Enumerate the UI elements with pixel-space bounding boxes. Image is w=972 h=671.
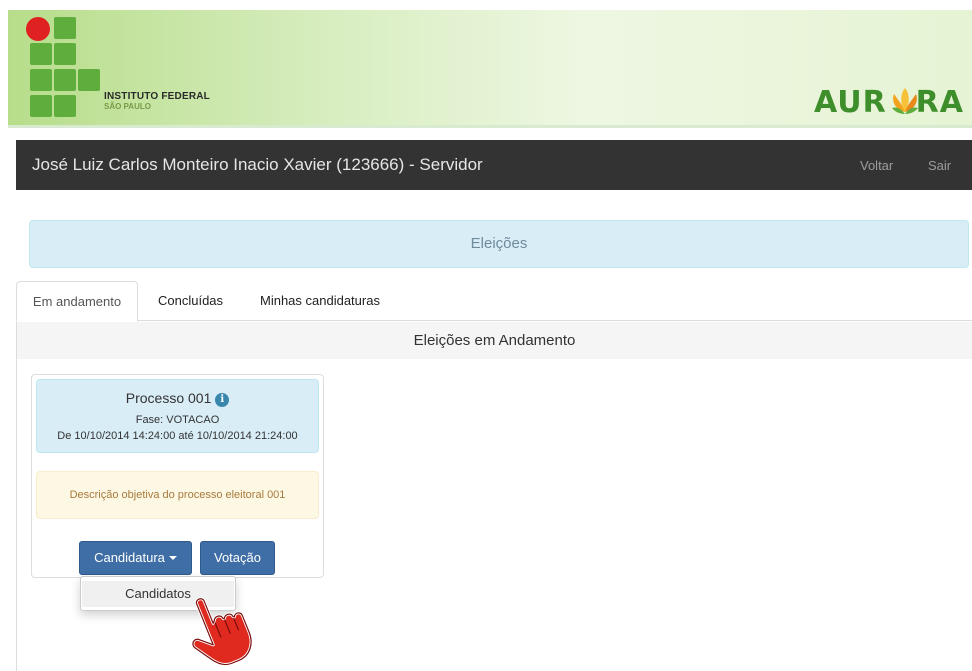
aurora-brand-logo: AUR RA bbox=[814, 82, 964, 122]
site-header: INSTITUTO FEDERAL SÃO PAULO AUR RA bbox=[8, 10, 972, 128]
elections-tabs: Em andamento Concluídas Minhas candidatu… bbox=[16, 281, 972, 322]
process-description: Descrição objetiva do processo eleitoral… bbox=[36, 471, 319, 519]
info-icon[interactable]: i bbox=[215, 393, 230, 407]
top-navbar: José Luiz Carlos Monteiro Inacio Xavier … bbox=[16, 140, 972, 190]
caret-down-icon bbox=[168, 556, 177, 560]
institute-name: INSTITUTO FEDERAL bbox=[104, 91, 210, 102]
election-card: Processo 001 i Fase: VOTACAO De 10/10/20… bbox=[31, 374, 324, 578]
brand-text-right: RA bbox=[915, 85, 964, 120]
brand-text-left: AUR bbox=[814, 85, 887, 120]
logout-link[interactable]: Sair bbox=[928, 158, 951, 173]
candidatura-button-label: Candidatura bbox=[94, 550, 165, 565]
institute-subtitle: SÃO PAULO bbox=[104, 102, 151, 111]
logo-red-circle bbox=[26, 17, 50, 41]
process-title-row: Processo 001 i bbox=[37, 390, 318, 407]
tab-minhas-candidaturas[interactable]: Minhas candidaturas bbox=[260, 281, 380, 321]
content-divider bbox=[16, 359, 17, 671]
hand-pointer-icon bbox=[191, 597, 253, 667]
process-phase: Fase: VOTACAO bbox=[135, 414, 220, 426]
section-heading: Eleições em Andamento bbox=[16, 322, 972, 359]
page-title: Eleições bbox=[29, 220, 969, 268]
back-link[interactable]: Voltar bbox=[860, 158, 893, 173]
tab-em-andamento[interactable]: Em andamento bbox=[16, 281, 138, 322]
tab-concluidas[interactable]: Concluídas bbox=[158, 281, 223, 321]
process-title: Processo 001 bbox=[125, 390, 212, 406]
candidatura-dropdown-button[interactable]: Candidatura bbox=[79, 541, 192, 575]
votacao-button[interactable]: Votação bbox=[200, 541, 275, 575]
logged-user-label: José Luiz Carlos Monteiro Inacio Xavier … bbox=[32, 155, 483, 174]
process-dates: De 10/10/2014 14:24:00 até 10/10/2014 21… bbox=[57, 430, 298, 442]
election-card-header: Processo 001 i Fase: VOTACAO De 10/10/20… bbox=[36, 379, 319, 453]
